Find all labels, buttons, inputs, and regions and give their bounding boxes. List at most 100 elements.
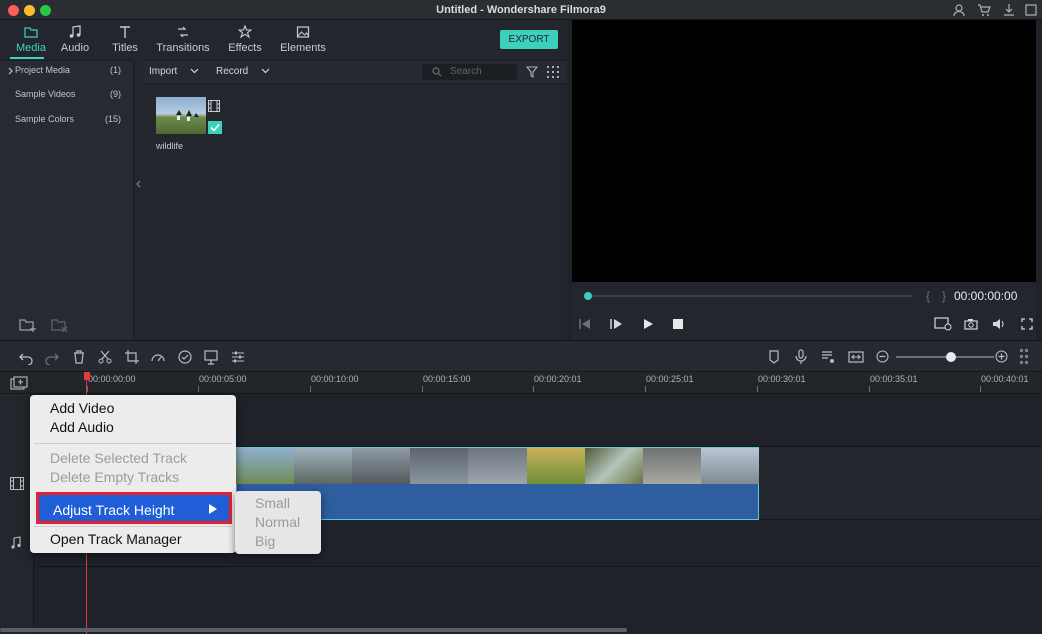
undo-icon[interactable] — [18, 349, 34, 365]
play-icon[interactable] — [642, 318, 654, 330]
tab-titles[interactable]: Titles — [96, 24, 154, 58]
ruler-tick — [310, 386, 311, 392]
zoom-to-fit-icon[interactable] — [848, 349, 864, 365]
fullscreen-icon[interactable] — [1024, 3, 1038, 17]
grid-view-icon[interactable] — [547, 66, 559, 78]
tab-label: Audio — [60, 42, 90, 54]
import-label: Import — [149, 66, 178, 77]
menu-item-label: Adjust Track Height — [53, 502, 175, 518]
clip-filmstrip — [236, 448, 759, 484]
ruler-tick — [198, 386, 199, 392]
zoom-out-icon[interactable] — [876, 350, 889, 363]
mark-in-bracket[interactable]: { — [926, 289, 930, 303]
search-input[interactable]: Search — [422, 64, 517, 80]
zoom-in-icon[interactable] — [995, 350, 1008, 363]
green-screen-icon[interactable] — [203, 349, 219, 365]
track-height-submenu: Small Normal Big — [235, 491, 321, 554]
menu-item-delete-empty-tracks: Delete Empty Tracks — [50, 469, 180, 485]
marker-icon[interactable] — [766, 349, 782, 365]
sidebar-item-count: (15) — [104, 114, 121, 124]
import-dropdown[interactable]: Import — [149, 66, 199, 77]
fullscreen-preview-icon[interactable] — [1021, 318, 1033, 330]
ruler-tick — [869, 386, 870, 392]
render-preview-icon[interactable] — [934, 317, 952, 331]
ruler-tick-label: 00:00:30:01 — [758, 374, 806, 384]
clip-frame — [468, 448, 527, 484]
tab-elements[interactable]: Elements — [274, 24, 332, 58]
effects-icon — [238, 25, 252, 39]
cut-scissors-icon[interactable] — [97, 349, 113, 365]
volume-icon[interactable] — [992, 318, 1006, 330]
ruler-tick-label: 00:00:35:01 — [870, 374, 918, 384]
sidebar-item-sample-videos[interactable]: Sample Videos (9) — [0, 87, 134, 103]
clip-frame — [352, 448, 411, 484]
ruler-tick — [757, 386, 758, 392]
submenu-arrow-icon — [209, 504, 217, 514]
new-folder-icon[interactable] — [19, 317, 37, 333]
menu-item-add-video[interactable]: Add Video — [50, 400, 114, 416]
previous-frame-icon[interactable] — [578, 318, 592, 330]
ruler-tick-label: 00:00:15:00 — [423, 374, 471, 384]
zoom-slider-track[interactable] — [896, 356, 994, 358]
crop-icon[interactable] — [124, 349, 140, 365]
ruler-tick — [533, 386, 534, 392]
preview-scrubber[interactable] — [588, 295, 913, 297]
active-tab-indicator — [10, 57, 44, 59]
account-icon[interactable] — [952, 3, 966, 17]
snapshot-camera-icon[interactable] — [964, 318, 978, 330]
transition-icon — [176, 25, 190, 39]
audio-mixer-icon[interactable] — [230, 349, 246, 365]
delete-folder-icon[interactable] — [51, 317, 69, 333]
delete-icon[interactable] — [71, 349, 87, 365]
timeline-settings-icon[interactable] — [1020, 349, 1028, 365]
media-thumbnail[interactable] — [156, 97, 206, 134]
zoom-slider-handle[interactable] — [946, 352, 956, 362]
color-correction-icon[interactable] — [177, 349, 193, 365]
clip-frame — [700, 448, 759, 484]
tab-effects[interactable]: Effects — [216, 24, 274, 58]
cart-icon[interactable] — [977, 3, 991, 17]
folder-icon — [24, 25, 38, 39]
export-button[interactable]: EXPORT — [500, 30, 558, 49]
add-track-icon[interactable] — [10, 376, 28, 390]
stop-icon[interactable] — [673, 319, 683, 329]
clip-frame — [526, 448, 585, 484]
speed-icon[interactable] — [150, 349, 166, 365]
timeline-scrollbar[interactable] — [0, 628, 627, 632]
redo-icon[interactable] — [44, 349, 60, 365]
ruler-tick-label: 00:00:40:01 — [981, 374, 1029, 384]
audio-track-icon — [10, 536, 22, 549]
text-icon — [118, 25, 132, 39]
microphone-icon[interactable] — [793, 349, 809, 365]
menu-separator — [34, 526, 232, 527]
submenu-item-small: Small — [255, 495, 291, 511]
ruler-tick-label: 00:00:10:00 — [311, 374, 359, 384]
sidebar-item-sample-colors[interactable]: Sample Colors (15) — [0, 112, 134, 128]
download-icon[interactable] — [1002, 3, 1016, 17]
record-dropdown[interactable]: Record — [216, 66, 270, 77]
ruler-tick — [422, 386, 423, 392]
mark-out-bracket[interactable]: } — [942, 289, 946, 303]
voiceover-list-icon[interactable] — [820, 349, 836, 365]
preview-timecode: 00:00:00:00 — [954, 289, 1018, 303]
music-note-icon — [68, 25, 82, 39]
playhead-handle[interactable] — [84, 372, 90, 380]
ruler-tick — [645, 386, 646, 392]
clip-frame — [642, 448, 701, 484]
menu-item-add-audio[interactable]: Add Audio — [50, 419, 114, 435]
sidebar-item-project-media[interactable]: Project Media (1) — [0, 63, 134, 79]
filmora-window: Untitled - Wondershare Filmora9 Media Au… — [0, 0, 1042, 634]
chevron-down-icon — [261, 68, 270, 74]
submenu-item-big: Big — [255, 533, 276, 549]
filter-icon[interactable] — [526, 66, 538, 78]
menu-item-open-track-manager[interactable]: Open Track Manager — [50, 531, 182, 547]
tab-transitions[interactable]: Transitions — [150, 24, 216, 58]
sidebar-item-count: (9) — [110, 89, 121, 99]
collapse-sidebar-icon[interactable] — [136, 180, 142, 188]
menu-item-adjust-track-height[interactable]: Adjust Track Height — [36, 492, 232, 524]
search-placeholder: Search — [450, 66, 482, 77]
track-headers — [0, 394, 34, 634]
video-track-icon — [10, 477, 24, 490]
scrubber-handle[interactable] — [584, 292, 592, 300]
step-play-icon[interactable] — [609, 318, 623, 330]
